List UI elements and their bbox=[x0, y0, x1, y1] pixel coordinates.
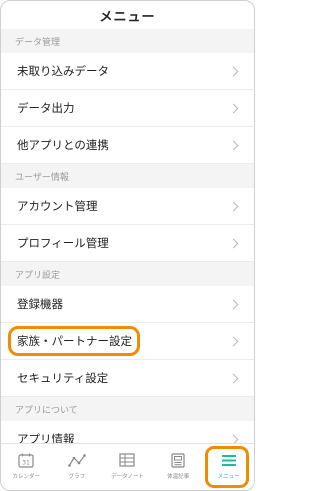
menu-item-data-export[interactable]: データ出力 bbox=[1, 90, 254, 127]
chevron-right-icon bbox=[228, 373, 239, 383]
section-title: アプリについて bbox=[15, 405, 78, 416]
chevron-right-icon bbox=[228, 201, 239, 211]
calendar-badge: 31 bbox=[22, 459, 30, 466]
menu-item-devices[interactable]: 登録機器 bbox=[1, 286, 254, 323]
tab-graph[interactable]: グラフ bbox=[52, 444, 103, 490]
menu-icon bbox=[220, 452, 238, 468]
menu-list: データ管理 未取り込みデータ データ出力 他アプリとの連携 ユーザー情報 アカウ… bbox=[1, 29, 254, 458]
tab-bar: 31 カレンダー グラフ データノート 体温記事 メニュー bbox=[1, 443, 254, 490]
section-header-about: アプリについて bbox=[1, 397, 254, 421]
tab-label: データノート bbox=[111, 474, 144, 480]
menu-item-account[interactable]: アカウント管理 bbox=[1, 188, 254, 225]
menu-item-label: 他アプリとの連携 bbox=[17, 138, 109, 152]
menu-item-label: プロフィール管理 bbox=[17, 236, 109, 250]
section-header-app-settings: アプリ設定 bbox=[1, 262, 254, 286]
tab-calendar[interactable]: 31 カレンダー bbox=[1, 444, 52, 490]
menu-item-label: 未取り込みデータ bbox=[17, 64, 109, 78]
chevron-right-icon bbox=[228, 140, 239, 150]
app-screen: メニュー データ管理 未取り込みデータ データ出力 他アプリとの連携 ユーザー情… bbox=[0, 0, 255, 491]
section-header-data: データ管理 bbox=[1, 29, 254, 53]
menu-item-label: 家族・パートナー設定 bbox=[17, 334, 132, 348]
menu-item-label: アカウント管理 bbox=[17, 199, 98, 213]
page-title: メニュー bbox=[99, 9, 156, 25]
menu-item-profile[interactable]: プロフィール管理 bbox=[1, 225, 254, 262]
menu-item-app-integration[interactable]: 他アプリとの連携 bbox=[1, 127, 254, 164]
menu-item-family-partner[interactable]: 家族・パートナー設定 bbox=[1, 323, 254, 360]
menu-item-label: 登録機器 bbox=[17, 297, 63, 311]
section-title: ユーザー情報 bbox=[15, 172, 69, 183]
tab-data-note[interactable]: データノート bbox=[102, 444, 153, 490]
tab-menu[interactable]: メニュー bbox=[203, 444, 254, 490]
tab-label: 体温記事 bbox=[167, 474, 190, 480]
data-note-icon bbox=[118, 452, 136, 468]
nav-header: メニュー bbox=[1, 1, 254, 29]
calendar-icon: 31 bbox=[17, 452, 35, 468]
tab-article[interactable]: 体温記事 bbox=[153, 444, 204, 490]
menu-item-label: セキュリティ設定 bbox=[17, 371, 109, 385]
section-title: アプリ設定 bbox=[15, 270, 61, 281]
tab-label: カレンダー bbox=[12, 474, 41, 480]
chevron-right-icon bbox=[228, 66, 239, 76]
chevron-right-icon bbox=[228, 299, 239, 309]
article-icon bbox=[169, 452, 187, 468]
section-header-user: ユーザー情報 bbox=[1, 164, 254, 188]
chevron-right-icon bbox=[228, 336, 239, 346]
section-title: データ管理 bbox=[15, 37, 61, 48]
chevron-right-icon bbox=[228, 238, 239, 248]
menu-item-security[interactable]: セキュリティ設定 bbox=[1, 360, 254, 397]
menu-item-unimported-data[interactable]: 未取り込みデータ bbox=[1, 53, 254, 90]
tab-label: メニュー bbox=[217, 474, 240, 480]
tab-label: グラフ bbox=[68, 474, 86, 480]
graph-icon bbox=[68, 452, 86, 468]
menu-item-label: データ出力 bbox=[17, 101, 75, 115]
chevron-right-icon bbox=[228, 103, 239, 113]
